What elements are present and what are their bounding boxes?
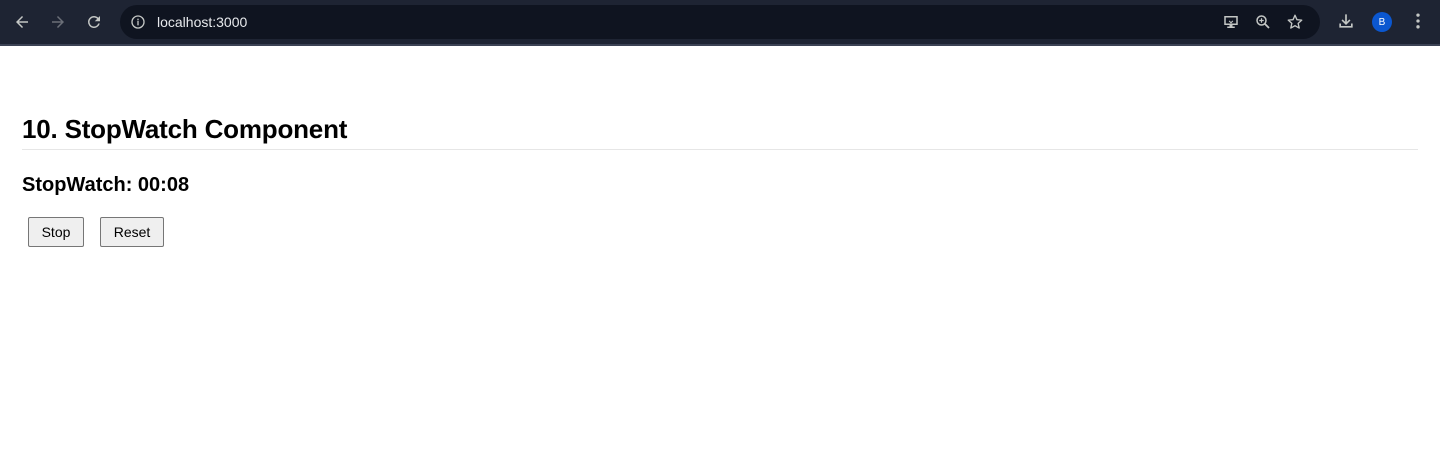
profile-avatar[interactable]: B — [1372, 12, 1392, 32]
browser-toolbar: localhost:3000 B — [0, 0, 1440, 46]
kebab-menu-icon[interactable] — [1408, 11, 1428, 31]
reset-button[interactable]: Reset — [100, 217, 164, 247]
stopwatch-display: StopWatch: 00:08 — [22, 174, 190, 196]
info-icon[interactable] — [130, 14, 146, 30]
stop-button[interactable]: Stop — [28, 217, 84, 247]
reload-icon — [87, 15, 100, 28]
url-text[interactable]: localhost:3000 — [157, 13, 247, 31]
zoom-icon[interactable] — [1254, 13, 1272, 31]
arrow-right-icon — [52, 16, 64, 28]
address-bar[interactable]: localhost:3000 — [120, 5, 1320, 39]
install-app-icon[interactable] — [1222, 13, 1240, 31]
title-divider — [22, 149, 1418, 150]
star-icon[interactable] — [1286, 13, 1304, 31]
back-button[interactable] — [10, 10, 34, 34]
page-title: 10. StopWatch Component — [22, 114, 348, 144]
reload-button[interactable] — [82, 10, 106, 34]
forward-button[interactable] — [46, 10, 70, 34]
arrow-left-icon — [16, 16, 28, 28]
download-icon[interactable] — [1336, 11, 1356, 31]
